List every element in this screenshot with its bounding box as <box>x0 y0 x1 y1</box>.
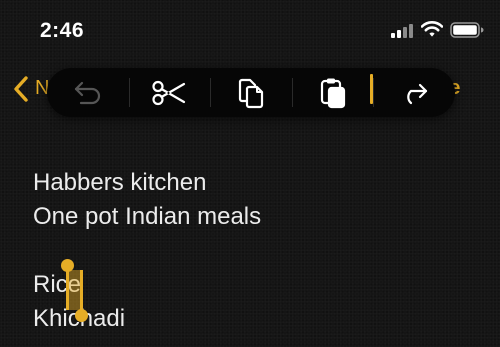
copy-button[interactable] <box>210 68 292 117</box>
selection-end-handle[interactable] <box>75 309 88 322</box>
share-arrow-icon <box>407 83 428 104</box>
cut-button[interactable] <box>128 68 211 117</box>
paste-button[interactable] <box>291 68 374 117</box>
cellular-signal-icon <box>391 22 415 38</box>
undo-button[interactable] <box>47 68 129 117</box>
selection-end-bar <box>80 270 83 314</box>
share-button[interactable] <box>373 68 455 117</box>
selection-start-bar <box>66 268 69 310</box>
note-body[interactable]: Habbers kitchen One pot Indian meals Ric… <box>33 166 473 336</box>
scissors-icon <box>152 80 186 105</box>
note-line: Habbers kitchen <box>33 169 207 196</box>
note-line: One pot Indian meals <box>33 203 262 230</box>
paste-icon <box>320 78 345 108</box>
note-line-blank <box>33 234 473 268</box>
undo-arrow-icon <box>74 81 100 104</box>
battery-icon <box>450 22 484 38</box>
status-bar: 2:46 <box>0 0 500 60</box>
status-time: 2:46 <box>40 19 85 42</box>
wifi-icon <box>421 21 443 37</box>
copy-icon <box>238 78 264 108</box>
text-cursor <box>370 74 373 104</box>
back-chevron-icon[interactable] <box>12 75 30 103</box>
note-line: Khichadi <box>33 302 473 336</box>
note-line-selected: Rice <box>33 271 82 298</box>
edit-menu <box>47 68 455 117</box>
